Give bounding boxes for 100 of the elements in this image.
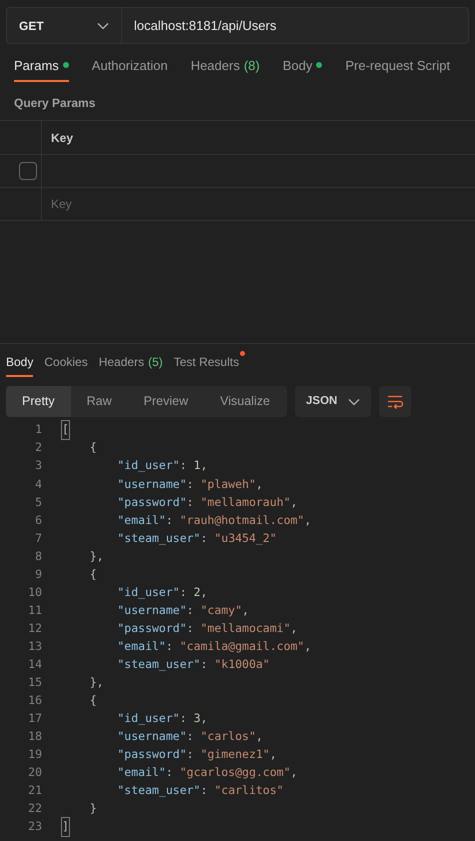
- line-number: 17: [27, 710, 42, 728]
- code-token: ,: [256, 476, 263, 493]
- code-token: "plaweh": [200, 476, 256, 493]
- checkbox[interactable]: [19, 162, 37, 180]
- code-token: :: [180, 710, 188, 728]
- line-number: 12: [27, 620, 42, 637]
- line-number: 4: [34, 476, 42, 493]
- code-token: ,: [304, 638, 312, 655]
- line-number: 10: [27, 584, 42, 601]
- code-token: {: [88, 439, 97, 456]
- code-token: "gcarlos@gg.com": [180, 764, 290, 782]
- code-token: "camy": [200, 602, 242, 619]
- request-tab[interactable]: Headers (8): [190, 56, 260, 82]
- code-token: "username": [116, 476, 187, 493]
- code-token: "k1000a": [214, 656, 270, 673]
- chevron-down-icon: [348, 398, 360, 406]
- code-token: "id_user": [116, 457, 180, 474]
- column-header: Key: [50, 130, 74, 146]
- code-token: "carlos": [200, 728, 256, 746]
- code-token: "id_user": [116, 710, 180, 728]
- key-field[interactable]: Key: [42, 188, 475, 220]
- line-number: 9: [34, 566, 42, 583]
- url-field[interactable]: localhost:8181/api/Users: [122, 7, 469, 44]
- line-number: 21: [27, 782, 42, 800]
- code-token: {: [88, 692, 97, 710]
- request-tab[interactable]: Params: [14, 56, 69, 82]
- line-number: 14: [27, 656, 42, 673]
- code-token: :: [166, 764, 174, 782]
- line-number: 8: [34, 548, 42, 565]
- code-token: ,: [200, 457, 208, 474]
- line-number: 16: [27, 692, 42, 710]
- code-token: "carlitos": [214, 782, 284, 800]
- request-tab[interactable]: Body: [282, 56, 322, 82]
- code-token: :: [200, 656, 208, 673]
- code-token: {: [88, 566, 97, 583]
- line-number: 15: [27, 674, 42, 692]
- format-select[interactable]: JSON: [295, 386, 371, 417]
- code-token: ,: [290, 494, 298, 511]
- code-token: :: [180, 457, 188, 474]
- line-number: 6: [34, 512, 42, 529]
- response-tab[interactable]: Cookies: [44, 353, 88, 377]
- code-token: "password": [116, 620, 187, 637]
- code-token: ,: [290, 764, 298, 782]
- code-token: },: [88, 674, 104, 692]
- wrap-lines-button[interactable]: [379, 386, 411, 417]
- line-number: 22: [27, 800, 42, 818]
- code-token: 3: [194, 710, 200, 728]
- line-number: 20: [27, 764, 42, 782]
- code-token: ,: [270, 746, 277, 764]
- response-tab[interactable]: Test Results: [174, 353, 240, 377]
- code-token: "mellamorauh": [200, 494, 290, 511]
- code-token: ,: [200, 584, 208, 601]
- response-tab[interactable]: Headers (5): [98, 353, 163, 377]
- line-number: 3: [34, 457, 42, 474]
- code-token: [: [62, 421, 69, 439]
- code-token: :: [166, 512, 174, 529]
- code-token: 1: [194, 457, 200, 474]
- code-token: :: [186, 476, 195, 493]
- code-token: },: [88, 548, 104, 565]
- response-tab[interactable]: Body: [6, 353, 34, 377]
- code-token: ]: [62, 818, 69, 836]
- code-token: :: [186, 728, 195, 746]
- code-token: "camila@gmail.com": [180, 638, 304, 655]
- code-token: :: [186, 746, 195, 764]
- code-token: "steam_user": [116, 782, 200, 800]
- method-select[interactable]: GET: [6, 7, 122, 44]
- wrap-icon: [387, 394, 403, 408]
- code-token: :: [166, 638, 174, 655]
- request-tab[interactable]: Authorization: [92, 56, 168, 82]
- request-tab[interactable]: Pre-request Script: [345, 56, 450, 82]
- view-mode-tab[interactable]: Visualize: [204, 386, 286, 417]
- view-mode-tab[interactable]: Pretty: [6, 386, 71, 417]
- view-mode-tab[interactable]: Raw: [70, 386, 128, 417]
- code-token: "email": [116, 512, 166, 529]
- line-number: 2: [34, 439, 42, 456]
- code-token: :: [200, 782, 208, 800]
- code-token: "rauh@hotmail.com": [180, 512, 304, 529]
- code-token: :: [186, 494, 195, 511]
- line-number: 19: [27, 746, 42, 764]
- code-token: ,: [290, 620, 298, 637]
- view-mode-tab[interactable]: Preview: [128, 386, 204, 417]
- code-token: "email": [116, 764, 166, 782]
- line-number: 23: [27, 818, 42, 836]
- code-token: "mellamocami": [200, 620, 290, 637]
- code-token: ,: [242, 602, 249, 619]
- code-token: :: [200, 530, 208, 547]
- code-token: "id_user": [116, 584, 180, 601]
- code-token: "gimenez1": [200, 746, 270, 764]
- code-token: "email": [116, 638, 166, 655]
- code-token: ,: [256, 728, 263, 746]
- line-number: 7: [34, 530, 42, 547]
- code-token: }: [88, 800, 97, 818]
- code-token: ,: [304, 512, 312, 529]
- chevron-down-icon: [97, 22, 109, 30]
- code-token: 2: [194, 584, 200, 601]
- code-token: "username": [116, 602, 187, 619]
- code-token: ,: [200, 710, 208, 728]
- line-number: 13: [27, 638, 42, 655]
- line-number: 18: [27, 728, 42, 746]
- code-token: "password": [116, 746, 187, 764]
